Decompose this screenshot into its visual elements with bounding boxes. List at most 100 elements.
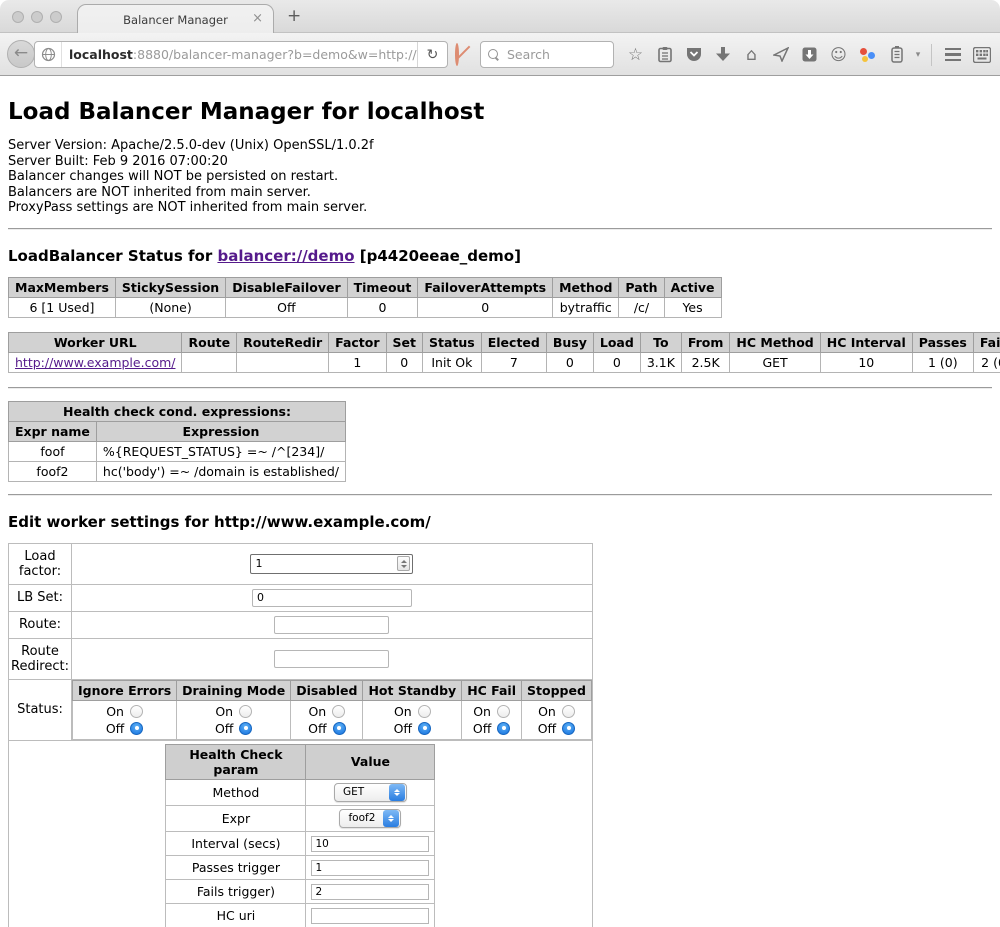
keyboard-grid-icon[interactable] — [967, 47, 996, 63]
header-cell: Elected — [481, 332, 546, 352]
load-factor-input[interactable] — [251, 557, 397, 570]
hc-fail-off-radio[interactable] — [497, 722, 510, 735]
download-panel-icon[interactable] — [795, 47, 824, 62]
blocked-icon — [455, 43, 459, 66]
battery-extension-icon[interactable] — [882, 46, 911, 63]
table-title-row: Health check cond. expressions: — [9, 401, 346, 421]
site-identity-globe-icon[interactable] — [35, 42, 62, 67]
route-redirect-label: Route Redirect: — [9, 638, 72, 679]
status-label: Status: — [9, 679, 72, 740]
disabled-off-radio[interactable] — [333, 722, 346, 735]
downloads-icon[interactable] — [708, 47, 737, 62]
cell-status: Init Ok — [423, 352, 482, 372]
pocket-icon[interactable] — [679, 47, 708, 62]
method-select[interactable]: GET — [334, 783, 407, 802]
worker-table: Worker URL Route RouteRedir Factor Set S… — [8, 332, 1000, 373]
header-cell: StickySession — [115, 277, 225, 297]
table-row: 6 [1 Used] (None) Off 0 0 bytraffic /c/ … — [9, 297, 722, 317]
header-cell: From — [681, 332, 730, 352]
hot-standby-off-radio[interactable] — [418, 722, 431, 735]
search-input[interactable] — [505, 46, 606, 63]
worker-url-link[interactable]: http://www.example.com/ — [15, 355, 175, 370]
new-tab-button[interactable]: + — [287, 6, 301, 26]
load-factor-label: Load factor: — [9, 543, 72, 584]
server-info-line: Balancer changes will NOT be persisted o… — [8, 169, 992, 185]
extension-colored-dots-icon[interactable] — [853, 47, 882, 63]
home-icon[interactable]: ⌂ — [737, 45, 766, 65]
tab-title: Balancer Manager — [123, 13, 228, 27]
send-tab-icon[interactable] — [766, 47, 795, 62]
header-cell: Method — [553, 277, 619, 297]
lb-set-input[interactable] — [252, 589, 412, 607]
table-header-row: MaxMembers StickySession DisableFailover… — [9, 277, 722, 297]
header-cell: Set — [386, 332, 422, 352]
form-row-route: Route: — [9, 611, 593, 638]
number-stepper-icon[interactable] — [397, 556, 410, 571]
ignore-errors-off-radio[interactable] — [130, 722, 143, 735]
server-info: Server Version: Apache/2.5.0-dev (Unix) … — [8, 138, 992, 216]
interval-input[interactable] — [311, 836, 429, 852]
select-stepper-icon — [383, 810, 399, 827]
draining-mode-on-radio[interactable] — [239, 705, 252, 718]
route-redirect-input[interactable] — [274, 650, 389, 668]
content-blocker-button[interactable] — [455, 45, 475, 65]
header-cell: FailoverAttempts — [418, 277, 553, 297]
header-cell: Busy — [546, 332, 593, 352]
header-cell: DisableFailover — [226, 277, 347, 297]
zoom-button[interactable] — [50, 11, 62, 23]
overflow-caret-icon[interactable]: ▾ — [911, 50, 925, 60]
route-label: Route: — [9, 611, 72, 638]
cell-method: bytraffic — [553, 297, 619, 317]
balancer-status-table: MaxMembers StickySession DisableFailover… — [8, 277, 722, 318]
status-col-header: Hot Standby — [363, 680, 462, 700]
back-button[interactable]: ← — [7, 40, 35, 68]
divider — [8, 228, 992, 230]
route-input[interactable] — [274, 616, 389, 634]
passes-trigger-input[interactable] — [311, 860, 429, 876]
cell-maxmembers: 6 [1 Used] — [9, 297, 116, 317]
form-row-status: Status: Ignore Errors Draining Mode Disa… — [9, 679, 593, 740]
cell-routeredir — [237, 352, 329, 372]
url-domain: localhost — [69, 47, 133, 62]
header-cell: Expression — [96, 421, 345, 441]
cell-elected: 7 — [481, 352, 546, 372]
hc-row-method: Method GET — [166, 779, 435, 805]
server-info-line: Server Built: Feb 9 2016 07:00:20 — [8, 154, 992, 170]
hc-uri-input[interactable] — [311, 908, 429, 924]
cell-expression: %{REQUEST_STATUS} =~ /^[234]/ — [96, 441, 345, 461]
page-title: Load Balancer Manager for localhost — [8, 99, 992, 125]
minimize-button[interactable] — [31, 11, 43, 23]
ignore-errors-on-radio[interactable] — [130, 705, 143, 718]
stopped-off-radio[interactable] — [562, 722, 575, 735]
disabled-on-radio[interactable] — [332, 705, 345, 718]
search-bar[interactable] — [480, 41, 614, 68]
url-bar[interactable]: localhost:8880/balancer-manager?b=demo&w… — [34, 41, 448, 68]
header-cell: Route — [182, 332, 237, 352]
tab-close-icon[interactable]: × — [252, 12, 263, 25]
status-col-header: HC Fail — [462, 680, 522, 700]
cell-worker-url: http://www.example.com/ — [9, 352, 182, 372]
cell-fails: 2 (0) — [973, 352, 1000, 372]
header-cell: Timeout — [347, 277, 418, 297]
reload-button[interactable]: ↻ — [417, 42, 447, 67]
browser-tab[interactable]: Balancer Manager × — [77, 4, 274, 34]
draining-mode-off-radio[interactable] — [239, 722, 252, 735]
header-cell: RouteRedir — [237, 332, 329, 352]
hot-standby-on-radio[interactable] — [418, 705, 431, 718]
stopped-on-radio[interactable] — [562, 705, 575, 718]
balancer-link[interactable]: balancer://demo — [217, 247, 354, 265]
feedback-smiley-icon[interactable]: ☺ — [824, 45, 853, 64]
cell-hc-method: GET — [730, 352, 820, 372]
cell-busy: 0 — [546, 352, 593, 372]
header-cell: Expr name — [9, 421, 97, 441]
expr-table-title: Health check cond. expressions: — [9, 401, 346, 421]
select-stepper-icon — [389, 784, 405, 801]
fails-trigger-input[interactable] — [311, 884, 429, 900]
menu-hamburger-icon[interactable] — [938, 48, 967, 62]
expr-select[interactable]: foof2 — [339, 809, 401, 828]
close-button[interactable] — [12, 11, 24, 23]
reading-list-icon[interactable] — [650, 47, 679, 63]
bookmark-star-icon[interactable]: ☆ — [621, 45, 650, 65]
hc-fail-on-radio[interactable] — [497, 705, 510, 718]
url-text[interactable]: localhost:8880/balancer-manager?b=demo&w… — [62, 47, 417, 62]
